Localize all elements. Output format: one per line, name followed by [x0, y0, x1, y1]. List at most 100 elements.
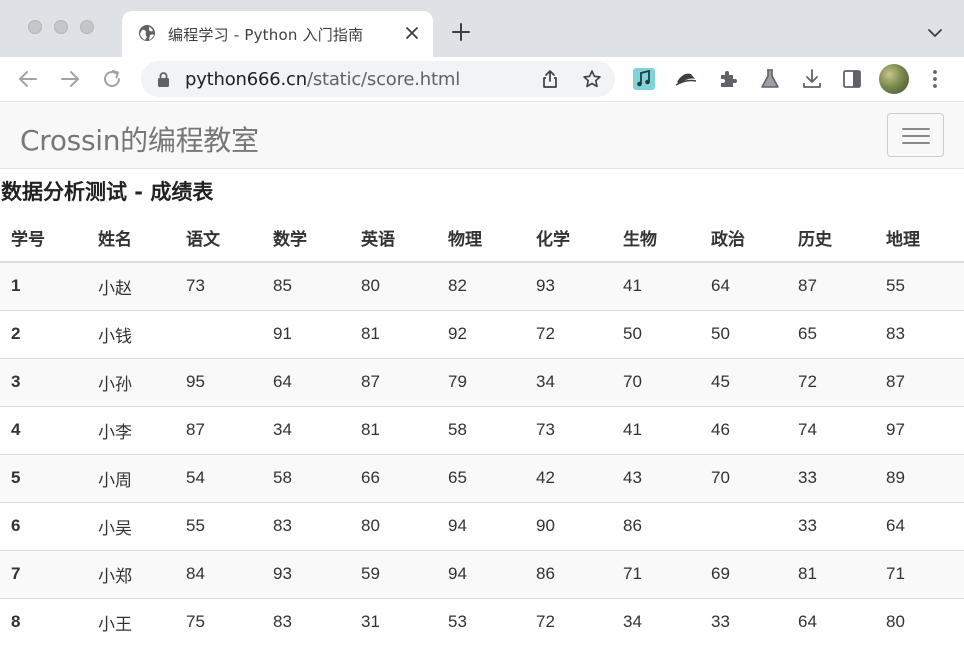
- close-icon[interactable]: [403, 24, 421, 42]
- site-navbar: Crossin的编程教室: [0, 103, 964, 169]
- score-cell: 93: [262, 549, 350, 598]
- reload-icon[interactable]: [101, 68, 123, 90]
- student-name-cell: 小钱: [87, 309, 175, 358]
- score-cell: 87: [350, 357, 437, 406]
- score-cell: 34: [262, 405, 350, 454]
- score-cell: [175, 309, 262, 358]
- student-name-cell: 小周: [87, 453, 175, 502]
- window-close-button[interactable]: [28, 20, 42, 34]
- score-cell: 71: [875, 549, 964, 598]
- score-cell: 64: [875, 501, 964, 550]
- score-cell: 73: [175, 261, 262, 310]
- url-host: python666.cn: [185, 69, 307, 90]
- score-cell: 87: [875, 357, 964, 406]
- score-cell: 31: [350, 597, 437, 646]
- table-header-row: 学号 姓名 语文 数学 英语 物理 化学 生物 政治 历史 地理: [0, 214, 964, 263]
- score-cell: 33: [787, 453, 875, 502]
- student-id-cell: 7: [0, 549, 87, 598]
- hat-extension-icon[interactable]: [674, 67, 698, 91]
- puzzle-extensions-icon[interactable]: [716, 67, 740, 91]
- score-cell: 74: [787, 405, 875, 454]
- new-tab-plus-icon[interactable]: [451, 22, 471, 42]
- column-header: 政治: [700, 214, 787, 263]
- table-header: 学号 姓名 语文 数学 英语 物理 化学 生物 政治 历史 地理: [0, 214, 964, 263]
- student-id-cell: 5: [0, 453, 87, 502]
- window-minimize-button[interactable]: [54, 20, 68, 34]
- score-cell: 33: [787, 501, 875, 550]
- site-brand-link[interactable]: Crossin的编程教室: [20, 119, 259, 159]
- table-body: 1 小赵 73 85 80 82 93 41 64 87 55 2 小钱 91 81 92 72 50 50 65 83…: [0, 261, 964, 646]
- score-cell: 46: [700, 405, 787, 454]
- score-cell: 64: [787, 597, 875, 646]
- score-cell: 43: [612, 453, 700, 502]
- score-cell: 70: [612, 357, 700, 406]
- score-cell: 81: [350, 405, 437, 454]
- score-cell: 41: [612, 405, 700, 454]
- tab-title: 编程学习 - Python 入门指南: [168, 26, 364, 44]
- share-icon[interactable]: [540, 69, 560, 89]
- score-cell: 75: [175, 597, 262, 646]
- student-id-cell: 1: [0, 261, 87, 310]
- column-header: 地理: [875, 214, 964, 263]
- url-path: /static/score.html: [306, 69, 460, 90]
- score-cell: 72: [787, 357, 875, 406]
- score-cell: 86: [525, 549, 612, 598]
- score-cell: 81: [787, 549, 875, 598]
- flask-labs-icon[interactable]: [758, 67, 782, 91]
- address-bar[interactable]: python666.cn/static/score.html: [141, 61, 615, 97]
- column-header: 数学: [262, 214, 350, 263]
- score-cell: 54: [175, 453, 262, 502]
- student-id-cell: 8: [0, 597, 87, 646]
- score-cell: 89: [875, 453, 964, 502]
- window-zoom-button[interactable]: [80, 20, 94, 34]
- student-name-cell: 小李: [87, 405, 175, 454]
- column-header: 化学: [525, 214, 612, 263]
- score-cell: 50: [700, 309, 787, 358]
- score-table: 学号 姓名 语文 数学 英语 物理 化学 生物 政治 历史 地理 1 小赵 73 85 80 82 93 41 64…: [0, 214, 964, 646]
- score-cell: 72: [525, 309, 612, 358]
- student-id-cell: 4: [0, 405, 87, 454]
- student-name-cell: 小孙: [87, 357, 175, 406]
- student-name-cell: 小吴: [87, 501, 175, 550]
- score-cell: 81: [350, 309, 437, 358]
- back-arrow-icon[interactable]: [17, 68, 39, 90]
- column-header: 英语: [350, 214, 437, 263]
- score-cell: 64: [262, 357, 350, 406]
- score-cell: 65: [437, 453, 525, 502]
- profile-avatar[interactable]: [879, 64, 909, 94]
- score-cell: 85: [262, 261, 350, 310]
- score-cell: 58: [262, 453, 350, 502]
- student-name-cell: 小赵: [87, 261, 175, 310]
- score-cell: 84: [175, 549, 262, 598]
- student-name-cell: 小王: [87, 597, 175, 646]
- score-cell: 83: [262, 501, 350, 550]
- score-cell: [700, 501, 787, 550]
- score-cell: 71: [612, 549, 700, 598]
- music-extension-icon[interactable]: [632, 67, 656, 91]
- score-cell: 94: [437, 501, 525, 550]
- score-cell: 55: [875, 261, 964, 310]
- score-cell: 69: [700, 549, 787, 598]
- score-cell: 50: [612, 309, 700, 358]
- table-row: 7 小郑 84 93 59 94 86 71 69 81 71: [0, 549, 964, 598]
- table-row: 3 小孙 95 64 87 79 34 70 45 72 87: [0, 357, 964, 406]
- lock-icon[interactable]: [157, 72, 170, 87]
- forward-arrow-icon[interactable]: [59, 68, 81, 90]
- chevron-down-icon[interactable]: [926, 24, 944, 42]
- table-row: 6 小吴 55 83 80 94 90 86 33 64: [0, 501, 964, 550]
- score-cell: 87: [175, 405, 262, 454]
- side-panel-icon[interactable]: [840, 67, 864, 91]
- score-cell: 97: [875, 405, 964, 454]
- browser-tab-active[interactable]: 编程学习 - Python 入门指南: [122, 11, 433, 57]
- score-cell: 53: [437, 597, 525, 646]
- bookmark-star-icon[interactable]: [582, 69, 602, 89]
- score-cell: 65: [787, 309, 875, 358]
- score-cell: 70: [700, 453, 787, 502]
- score-cell: 41: [612, 261, 700, 310]
- hamburger-bar: [902, 128, 930, 130]
- download-icon[interactable]: [800, 67, 824, 91]
- more-menu-icon[interactable]: [923, 67, 947, 91]
- score-cell: 83: [875, 309, 964, 358]
- menu-toggle-button[interactable]: [887, 113, 944, 157]
- score-cell: 95: [175, 357, 262, 406]
